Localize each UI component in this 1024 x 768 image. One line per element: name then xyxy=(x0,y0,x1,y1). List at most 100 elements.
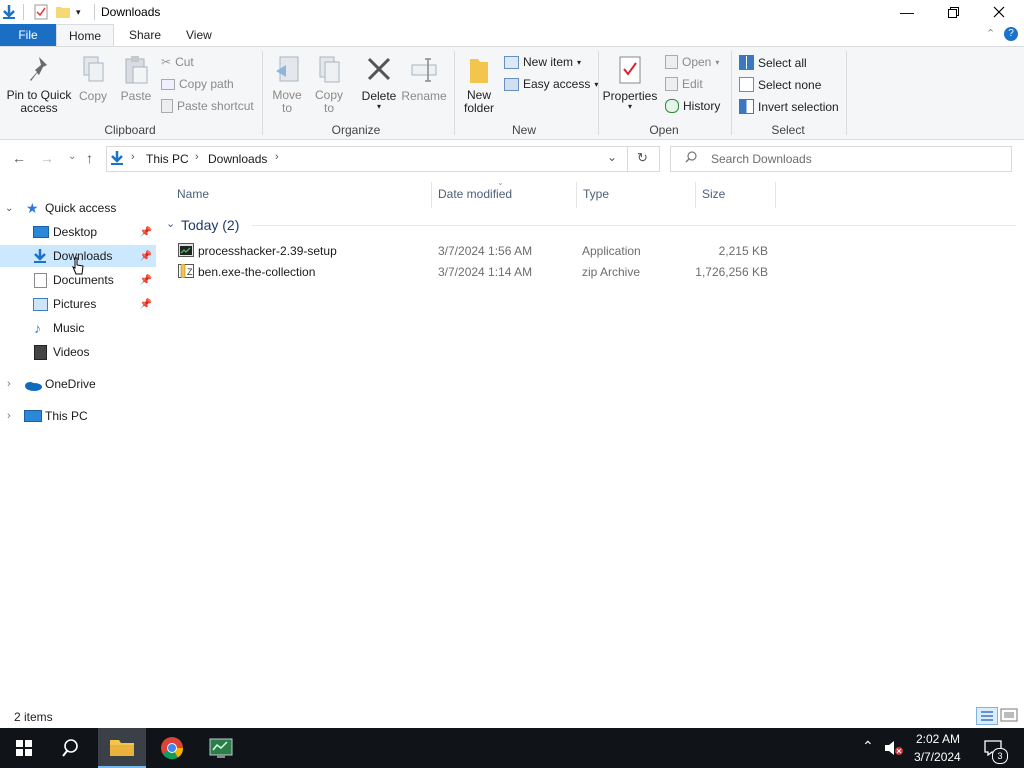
address-bar[interactable]: › This PC › Downloads › ⌄ ↻ xyxy=(106,146,660,172)
move-to-button[interactable]: Move to xyxy=(268,55,306,115)
close-button[interactable] xyxy=(976,0,1022,24)
file-type: Application xyxy=(582,244,641,258)
nav-pictures[interactable]: Pictures 📌 xyxy=(0,293,156,315)
table-row[interactable]: processhacker-2.39-setup 3/7/2024 1:56 A… xyxy=(175,241,775,261)
pin-icon xyxy=(4,55,74,89)
zip-archive-icon: Z xyxy=(178,263,194,281)
column-date-modified[interactable]: Date modified xyxy=(438,187,512,201)
tab-share[interactable]: Share xyxy=(117,24,173,46)
breadcrumb-this-pc[interactable]: This PC xyxy=(146,152,189,166)
copy-path-icon xyxy=(161,78,175,90)
new-folder-icon xyxy=(460,55,498,89)
paste-shortcut-button[interactable]: Paste shortcut xyxy=(161,99,254,113)
downloads-arrow-icon xyxy=(33,248,47,267)
open-icon xyxy=(665,55,678,69)
column-size[interactable]: Size xyxy=(702,187,725,201)
svg-text:Z: Z xyxy=(187,267,193,277)
breadcrumb-downloads[interactable]: Downloads xyxy=(208,152,267,166)
search-button[interactable] xyxy=(48,728,96,768)
large-icons-view-icon[interactable] xyxy=(1000,708,1018,725)
computer-icon xyxy=(24,410,42,422)
pin-icon: 📌 xyxy=(139,226,152,238)
new-item-button[interactable]: New item ▾ xyxy=(504,55,581,69)
tab-view[interactable]: View xyxy=(174,24,224,46)
file-date: 3/7/2024 1:14 AM xyxy=(438,265,533,279)
copy-to-icon xyxy=(310,55,348,89)
start-button[interactable] xyxy=(0,728,48,768)
crumb-separator-icon[interactable]: › xyxy=(131,151,135,163)
desktop-icon xyxy=(33,226,49,238)
invert-selection-button[interactable]: Invert selection xyxy=(739,99,839,114)
pin-quick-access-button[interactable]: Pin to Quick access xyxy=(4,55,74,115)
qat-dropdown-icon[interactable]: ▾ xyxy=(76,7,81,18)
ribbon-collapse-icon[interactable]: ⌃ xyxy=(986,27,995,40)
up-arrow-icon[interactable]: ↑ xyxy=(86,150,93,166)
mouse-cursor-icon xyxy=(72,257,84,278)
recent-chevron-down-icon[interactable]: ⌄ xyxy=(68,151,76,162)
details-view-icon[interactable] xyxy=(976,707,998,725)
crumb-separator-icon[interactable]: › xyxy=(275,151,279,163)
history-button[interactable]: History xyxy=(665,99,720,113)
tab-file[interactable]: File xyxy=(0,24,56,46)
chrome-taskbar-button[interactable] xyxy=(148,728,196,768)
tab-home[interactable]: Home xyxy=(56,24,115,47)
nav-quick-access[interactable]: ⌄ ★ Quick access xyxy=(0,197,156,219)
cut-button[interactable]: ✂ Cut xyxy=(161,55,194,69)
new-folder-qat-icon[interactable] xyxy=(56,5,70,21)
windows-logo-icon xyxy=(16,740,32,756)
column-type[interactable]: Type xyxy=(583,187,609,201)
window-title: Downloads xyxy=(101,5,161,19)
file-name: ben.exe-the-collection xyxy=(198,265,316,279)
monitor-app-icon xyxy=(209,738,233,758)
nav-onedrive[interactable]: › OneDrive xyxy=(0,373,156,395)
easy-access-button[interactable]: Easy access ▾ xyxy=(504,77,598,91)
restore-button[interactable] xyxy=(930,0,976,24)
group-header-today[interactable]: ⌄ Today (2) xyxy=(166,216,1016,234)
application-icon xyxy=(178,243,194,260)
documents-icon xyxy=(34,272,47,288)
search-box[interactable]: Search Downloads xyxy=(670,146,1012,172)
clock-date[interactable]: 3/7/2024 xyxy=(914,750,961,764)
file-size: 1,726,256 KB xyxy=(695,265,768,279)
chevron-down-icon: ▾ xyxy=(627,102,632,111)
paste-button[interactable]: Paste xyxy=(117,55,155,103)
edit-button[interactable]: Edit xyxy=(665,77,703,91)
new-item-icon xyxy=(504,55,519,69)
properties-button[interactable]: Properties ▾ xyxy=(602,55,658,111)
open-button[interactable]: Open ▾ xyxy=(665,55,719,69)
help-icon[interactable]: ? xyxy=(1004,27,1018,41)
copy-path-button[interactable]: Copy path xyxy=(161,77,234,91)
rename-button[interactable]: Rename xyxy=(400,55,448,103)
new-folder-button[interactable]: New folder xyxy=(460,55,498,115)
folder-icon xyxy=(110,740,134,756)
address-history-chevron-down-icon[interactable]: ⌄ xyxy=(607,150,617,164)
nav-desktop[interactable]: Desktop 📌 xyxy=(0,221,156,243)
properties-qat-icon[interactable] xyxy=(34,4,48,23)
forward-arrow-icon[interactable]: → xyxy=(40,150,54,166)
column-name[interactable]: Name xyxy=(177,187,209,201)
nav-this-pc[interactable]: › This PC xyxy=(0,405,156,427)
crumb-separator-icon[interactable]: › xyxy=(195,151,199,163)
refresh-icon[interactable]: ↻ xyxy=(637,150,648,166)
scissors-icon: ✂ xyxy=(161,55,172,69)
volume-muted-icon[interactable] xyxy=(884,740,904,759)
copy-to-button[interactable]: Copy to xyxy=(310,55,348,115)
cloud-icon xyxy=(24,380,42,394)
nav-music[interactable]: ♪ Music xyxy=(0,317,156,339)
select-none-button[interactable]: Select none xyxy=(739,77,821,92)
clock-time[interactable]: 2:02 AM xyxy=(916,732,960,746)
app-taskbar-button[interactable] xyxy=(197,728,245,768)
copy-button[interactable]: Copy xyxy=(76,55,110,103)
minimize-button[interactable]: — xyxy=(884,0,930,24)
select-all-button[interactable]: Select all xyxy=(739,55,807,70)
properties-icon xyxy=(602,55,658,89)
paste-icon xyxy=(117,55,155,89)
edit-icon xyxy=(665,77,678,91)
sort-chevron-icon: ⌄ xyxy=(497,178,504,187)
show-hidden-icons-chevron-icon[interactable]: ⌃ xyxy=(862,738,874,755)
file-explorer-taskbar-button[interactable] xyxy=(98,728,146,768)
nav-videos[interactable]: Videos xyxy=(0,341,156,363)
table-row[interactable]: Z ben.exe-the-collection 3/7/2024 1:14 A… xyxy=(175,262,775,282)
back-arrow-icon[interactable]: ← xyxy=(12,150,26,166)
delete-button[interactable]: Delete ▾ xyxy=(358,55,400,111)
